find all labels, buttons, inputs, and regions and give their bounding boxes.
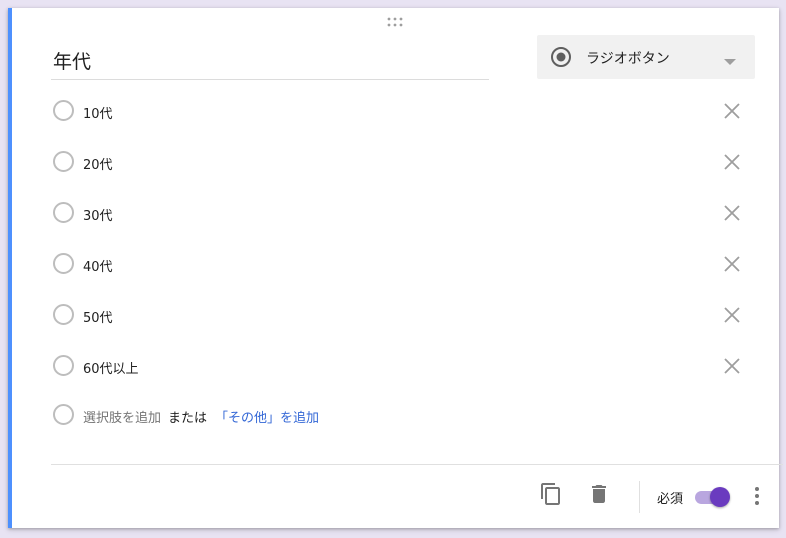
question-type-dropdown[interactable]: ラジオボタン: [537, 35, 755, 79]
option-label[interactable]: 40代: [83, 256, 113, 275]
add-option-button[interactable]: 選択肢を追加: [83, 407, 161, 426]
radio-circle-icon: [53, 100, 74, 121]
question-type-label: ラジオボタン: [586, 51, 670, 67]
required-toggle[interactable]: [693, 486, 733, 508]
option-row: 60代以上: [51, 350, 751, 382]
option-row: 50代: [51, 299, 751, 331]
radio-circle-icon: [53, 355, 74, 376]
option-label[interactable]: 10代: [83, 103, 113, 122]
question-card[interactable]: ラジオボタン 10代 20代 30代 40代: [8, 8, 783, 528]
option-label[interactable]: 20代: [83, 154, 113, 173]
option-label[interactable]: 30代: [83, 205, 113, 224]
radio-circle-icon: [53, 151, 74, 172]
more-options-icon[interactable]: [745, 484, 769, 508]
or-text: または: [168, 411, 208, 426]
option-row: 10代: [51, 95, 751, 127]
option-row: 40代: [51, 248, 751, 280]
footer-divider: [51, 464, 783, 465]
remove-option-icon[interactable]: [722, 356, 742, 376]
radio-circle-icon: [53, 304, 74, 325]
add-other-link[interactable]: 「その他」を追加: [215, 407, 319, 426]
radio-button-icon: [550, 46, 572, 68]
radio-circle-icon: [53, 253, 74, 274]
option-label[interactable]: 60代以上: [83, 358, 139, 377]
duplicate-icon[interactable]: [539, 482, 563, 506]
radio-circle-icon: [53, 202, 74, 223]
remove-option-icon[interactable]: [722, 152, 742, 172]
question-title-input[interactable]: [51, 48, 489, 80]
remove-option-icon[interactable]: [722, 305, 742, 325]
radio-circle-icon: [53, 404, 74, 425]
toggle-thumb: [710, 487, 730, 507]
remove-option-icon[interactable]: [722, 254, 742, 274]
add-option-row: 選択肢を追加 または 「その他」を追加: [51, 399, 751, 431]
drag-handle-icon[interactable]: [386, 17, 404, 27]
option-row: 20代: [51, 146, 751, 178]
trash-icon[interactable]: [587, 482, 611, 506]
required-label: 必須: [657, 492, 684, 507]
option-row: 30代: [51, 197, 751, 229]
caret-down-icon: [723, 52, 737, 65]
remove-option-icon[interactable]: [722, 101, 742, 121]
option-label[interactable]: 50代: [83, 307, 113, 326]
footer-vertical-divider: [639, 481, 640, 513]
remove-option-icon[interactable]: [722, 203, 742, 223]
